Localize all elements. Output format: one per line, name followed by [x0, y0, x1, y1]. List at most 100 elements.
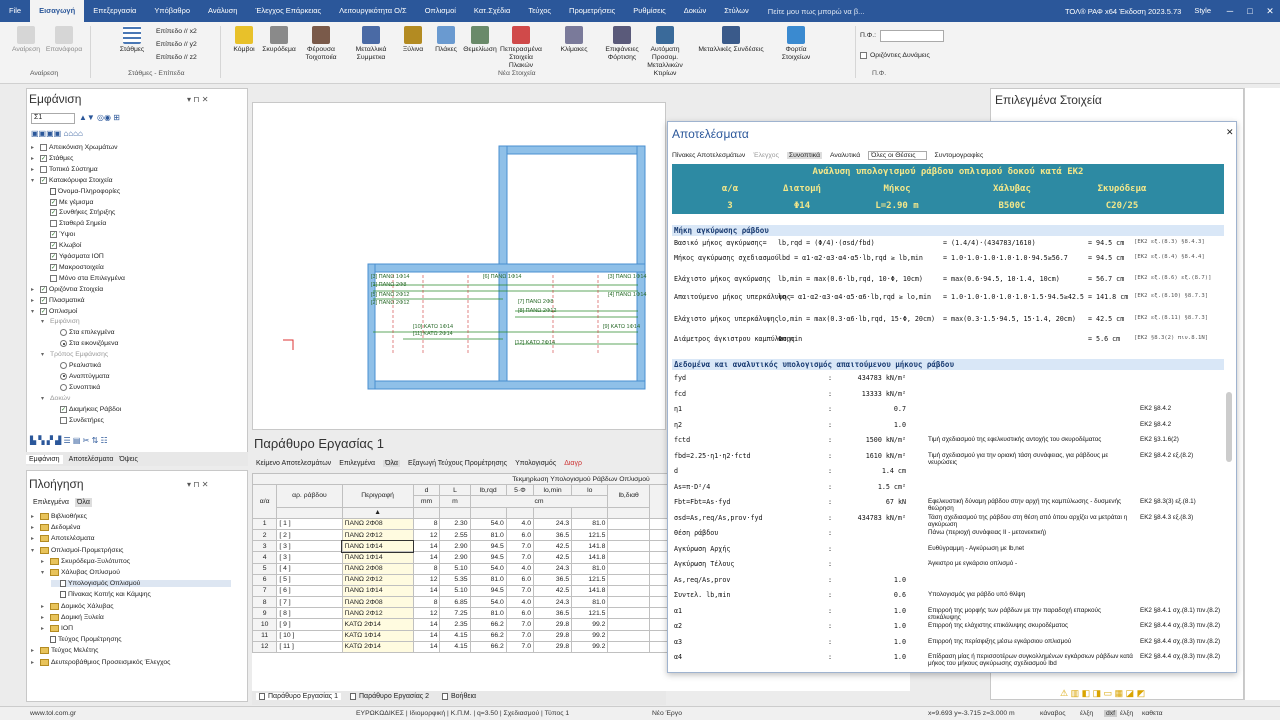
rebar-label[interactable]: [5] ΠΑΝΩ 2Φ12 [371, 292, 409, 298]
expand-icon[interactable]: ▸ [41, 603, 48, 610]
expand-icon[interactable]: ▾ [41, 318, 48, 325]
nav-tree-item[interactable]: ▸ Σκυρόδεμα-Ξυλότυπος [41, 557, 130, 565]
results-scrollbar[interactable] [1226, 392, 1232, 462]
nav-selected-button[interactable]: Επιλεγμένα [33, 499, 69, 506]
rebar-label[interactable]: [3] ΠΑΝΩ 1Φ14 [371, 274, 409, 280]
window-control-icon[interactable]: ─ [1220, 6, 1240, 16]
tab-workspace-1[interactable]: Παράθυρο Εργασίας 1 [256, 693, 342, 700]
rebar-label[interactable]: [6] ΠΑΝΩ 1Φ14 [483, 274, 521, 280]
menu-tab[interactable]: Επεξεργασία [84, 0, 145, 22]
tree-item[interactable]: Αναπτύγματα [51, 372, 110, 380]
tree-item[interactable]: ▾ Εμφάνιση [41, 318, 80, 325]
ribbon-button[interactable]: Θεμελίωση [463, 26, 497, 54]
ribbon-button[interactable]: Φορτία Στοιχείων [774, 26, 818, 62]
expand-icon[interactable]: ▾ [31, 177, 38, 184]
rebar-label[interactable]: [11] ΚΑΤΩ 2Φ14 [413, 331, 453, 337]
results-text-button[interactable]: Κείμενο Αποτελεσμάτων [256, 460, 331, 467]
checkbox-icon[interactable]: ✓ [50, 253, 57, 260]
selected-button[interactable]: Επιλεγμένα [339, 460, 375, 467]
all-button[interactable]: Όλα [383, 460, 400, 467]
tree-item[interactable]: ▸ Απεικόνιση Χρωμάτων [31, 144, 117, 151]
checkbox-icon[interactable]: ✓ [50, 209, 57, 217]
expand-icon[interactable]: ▾ [31, 308, 38, 315]
checkbox-icon[interactable]: ✓ [60, 405, 67, 413]
rebar-label[interactable]: [4] ΠΑΝΩ 1Φ14 [608, 292, 646, 298]
tree-item[interactable]: ✓ Με γέμισμα [41, 198, 93, 206]
tree-item[interactable]: Μόνο στα Επιλεγμένα [41, 274, 125, 282]
grid-toggle[interactable]: κάναβος [1040, 710, 1066, 717]
checkbox-icon[interactable]: ✓ [40, 307, 47, 315]
positions-select[interactable]: Όλες οι Θέσεις [868, 151, 927, 160]
radio-icon[interactable] [60, 329, 67, 337]
expand-icon[interactable]: ▾ [41, 395, 48, 402]
expand-icon[interactable]: ▸ [31, 513, 38, 520]
checkbox-icon[interactable] [50, 220, 57, 228]
menu-tab[interactable]: Έλεγχος Επάρκειας [246, 0, 330, 22]
tree-item[interactable]: ✓ Μακροστοιχεία [41, 263, 104, 271]
expand-icon[interactable]: ▸ [31, 286, 38, 293]
appearance-footer-icons[interactable]: ▙ ▚ ▞ ▟ ☰ ▤ ✂ ⇅ ☷ [30, 436, 108, 445]
panel-controls[interactable]: ▾ ⊓ ✕ [187, 95, 208, 104]
sort-arrow-icon[interactable]: ▲ [341, 506, 414, 519]
expand-icon[interactable]: ▸ [31, 647, 38, 654]
tab-appearance[interactable]: Εμφάνιση [26, 454, 63, 464]
nav-tree-item[interactable]: ▸ Δομικός Χάλυβας [41, 602, 114, 610]
calculate-button[interactable]: Υπολογισμός [515, 460, 556, 467]
search-box[interactable]: Πείτε μου πως μπορώ να β... [768, 7, 865, 16]
ribbon-button[interactable]: Μεταλλικές Συνδέσεις [690, 26, 772, 54]
expand-icon[interactable]: ▾ [41, 351, 48, 358]
rebar-label[interactable]: [2] ΠΑΝΩ 2Φ12 [371, 300, 409, 306]
window-control-icon[interactable]: □ [1240, 6, 1260, 16]
menu-tab[interactable]: File [0, 0, 30, 22]
rebar-label[interactable]: [10] ΚΑΤΩ 1Φ14 [413, 324, 453, 330]
nav-tree-item[interactable]: ▸ ΙΟΠ [41, 625, 73, 632]
tree-item[interactable]: ✓ Συνθήκες Στήριξης [41, 209, 115, 217]
menu-tab[interactable]: Δοκών [675, 0, 715, 22]
tree-item[interactable]: Συνοπτικά [51, 383, 100, 391]
status-website[interactable]: www.tol.com.gr [30, 710, 76, 717]
menu-tab[interactable]: Κατ.Σχέδια [465, 0, 519, 22]
tab-views[interactable]: Όψεις [119, 456, 137, 463]
summary-button[interactable]: Συνοπτικά [786, 152, 823, 159]
tree-item[interactable]: ▸ ✓ Στάθμες [31, 154, 73, 162]
tree-item[interactable]: ▾ ✓ Κατακόρυφα Στοιχεία [31, 176, 113, 184]
nav-tree-item[interactable]: Τεύχος Προμέτρησης [41, 636, 122, 644]
plane-x2-button[interactable]: Επίπεδο // x2 [156, 28, 197, 35]
menu-tab[interactable]: Υπόβαθρο [145, 0, 199, 22]
tree-item[interactable]: ▸ ✓ Οριζόντια Στοιχεία [31, 285, 103, 293]
nav-tree-item[interactable]: ▾ Οπλισμοί-Προμετρήσεις [31, 546, 123, 554]
checkbox-icon[interactable]: ✓ [50, 198, 57, 206]
undo-button[interactable]: Αναίρεση [6, 26, 46, 54]
menu-tab[interactable]: Προμετρήσεις [560, 0, 624, 22]
nav-tree-item[interactable]: Πίνακας Κοπής και Κάμψης [51, 591, 151, 599]
nav-tree-item[interactable]: ▾ Χάλυβας Οπλισμού [41, 569, 120, 576]
radio-icon[interactable] [60, 340, 67, 348]
checkbox-icon[interactable] [60, 416, 67, 424]
radio-icon[interactable] [60, 372, 67, 380]
ortho-toggle[interactable]: καθετα [1142, 710, 1163, 717]
snap2-toggle[interactable]: έλξη [1120, 710, 1133, 717]
tree-item[interactable]: Όνομα-Πληροφορίες [41, 187, 120, 195]
tab-workspace-2[interactable]: Παράθυρο Εργασίας 2 [350, 693, 429, 700]
snap-toggle[interactable]: έλξη [1080, 710, 1093, 717]
redo-button[interactable]: Επανάφορα [44, 26, 84, 54]
nav-tree-item[interactable]: ▸ Τεύχος Μελέτης [31, 647, 98, 655]
menu-tab[interactable]: Στύλων [715, 0, 758, 22]
checkbox-icon[interactable] [40, 144, 47, 151]
tree-item[interactable]: Στα εικονιζόμενα [51, 340, 118, 348]
panel-controls[interactable]: ▾ ⊓ ✕ [187, 480, 208, 489]
nav-tree-item[interactable]: Υπολογισμός Οπλισμού [51, 580, 231, 588]
expand-icon[interactable]: ▸ [31, 535, 38, 542]
ribbon-button[interactable]: Σκυρόδεμα [262, 26, 296, 54]
export-button[interactable]: Εξαγωγή Τεύχους Προμέτρησης [408, 460, 507, 467]
abbreviations-button[interactable]: Συντομογραφίες [935, 152, 984, 159]
tree-item[interactable]: Ρεαλιστικά [51, 362, 101, 369]
plane-y2-button[interactable]: Επίπεδο // y2 [156, 41, 197, 48]
ribbon-button[interactable]: Κλίμακες [546, 26, 602, 54]
style-menu[interactable]: Style [1185, 0, 1220, 22]
menu-tab[interactable]: Ρυθμίσεις [624, 0, 675, 22]
expand-icon[interactable]: ▸ [31, 155, 38, 162]
window-control-icon[interactable]: ✕ [1260, 6, 1280, 17]
expand-icon[interactable]: ▸ [31, 297, 38, 304]
nav-tree-item[interactable]: ▸ Βιβλιοθήκες [31, 513, 87, 520]
